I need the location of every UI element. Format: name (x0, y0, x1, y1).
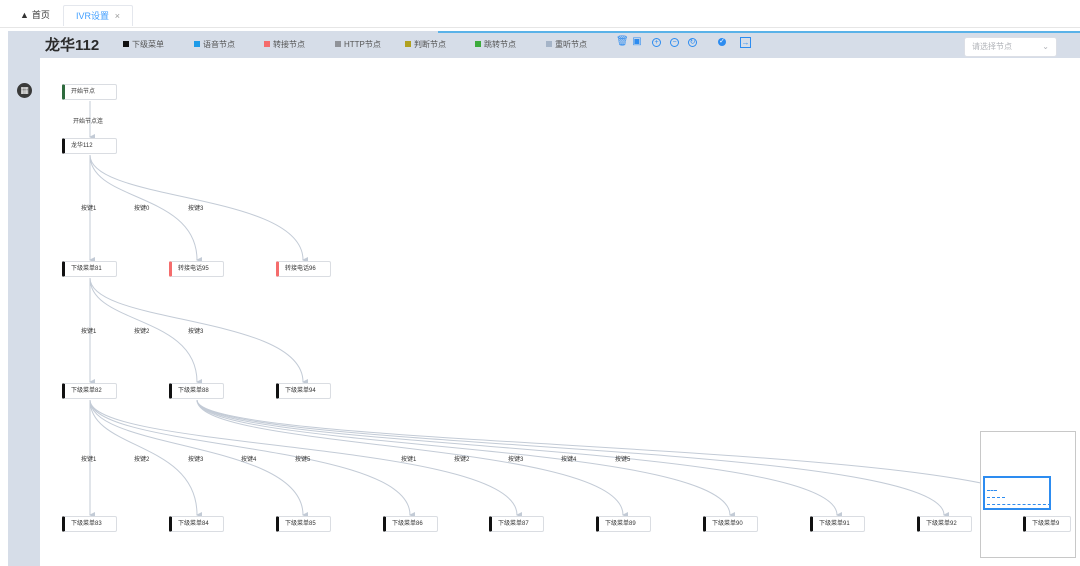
edge-label: 按键5 (615, 457, 631, 463)
edge-label: 按键3 (188, 329, 204, 335)
flow-node-menu-90[interactable]: 下级菜单90 (703, 516, 758, 532)
edge-label: 按键1 (81, 457, 97, 463)
edge-label: 按键2 (134, 457, 150, 463)
flow-node-menu-91[interactable]: 下级菜单91 (810, 516, 865, 532)
minimap-edge (987, 497, 1005, 498)
flow-node-menu-82[interactable]: 下级菜单82 (62, 383, 117, 399)
flow-node-menu-84[interactable]: 下级菜单84 (169, 516, 224, 532)
minimap-edge (987, 504, 1051, 505)
flow-node-transfer-95[interactable]: 转接电话95 (169, 261, 224, 277)
edge-label: 按键2 (454, 457, 470, 463)
edge-label: 按键4 (561, 457, 577, 463)
edge-label: 按键1 (401, 457, 417, 463)
flow-node-menu-83[interactable]: 下级菜单83 (62, 516, 117, 532)
edge-label: 按键1 (81, 329, 97, 335)
edge-label: 按键1 (81, 206, 97, 212)
flow-node-menu-81[interactable]: 下级菜单81 (62, 261, 117, 277)
flow-node-root[interactable]: 龙华112 (62, 138, 117, 154)
edge-label: 开始节点连 (73, 119, 104, 125)
flow-node-menu-89[interactable]: 下级菜单89 (596, 516, 651, 532)
flow-node-transfer-96[interactable]: 转接电话96 (276, 261, 331, 277)
flow-edges (89, 101, 1056, 518)
flow-node-menu-85[interactable]: 下级菜单85 (276, 516, 331, 532)
edge-label: 按键0 (134, 206, 150, 212)
flow-node-menu-92[interactable]: 下级菜单92 (917, 516, 972, 532)
edge-label: 按键3 (188, 206, 204, 212)
edge-label: 按键3 (508, 457, 524, 463)
minimap[interactable] (980, 431, 1076, 558)
flow-node-menu-93[interactable]: 下级菜单9 (1023, 516, 1071, 532)
edge-label: 按键2 (134, 329, 150, 335)
flow-node-start[interactable]: 开始节点 (62, 84, 117, 100)
edge-label: 按键3 (188, 457, 204, 463)
flow-node-menu-86[interactable]: 下级菜单86 (383, 516, 438, 532)
flow-node-menu-87[interactable]: 下级菜单87 (489, 516, 544, 532)
edge-label: 按键5 (295, 457, 311, 463)
minimap-edge (987, 490, 997, 491)
flow-node-menu-88[interactable]: 下级菜单88 (169, 383, 224, 399)
edge-label: 按键4 (241, 457, 257, 463)
flow-node-menu-94[interactable]: 下级菜单94 (276, 383, 331, 399)
